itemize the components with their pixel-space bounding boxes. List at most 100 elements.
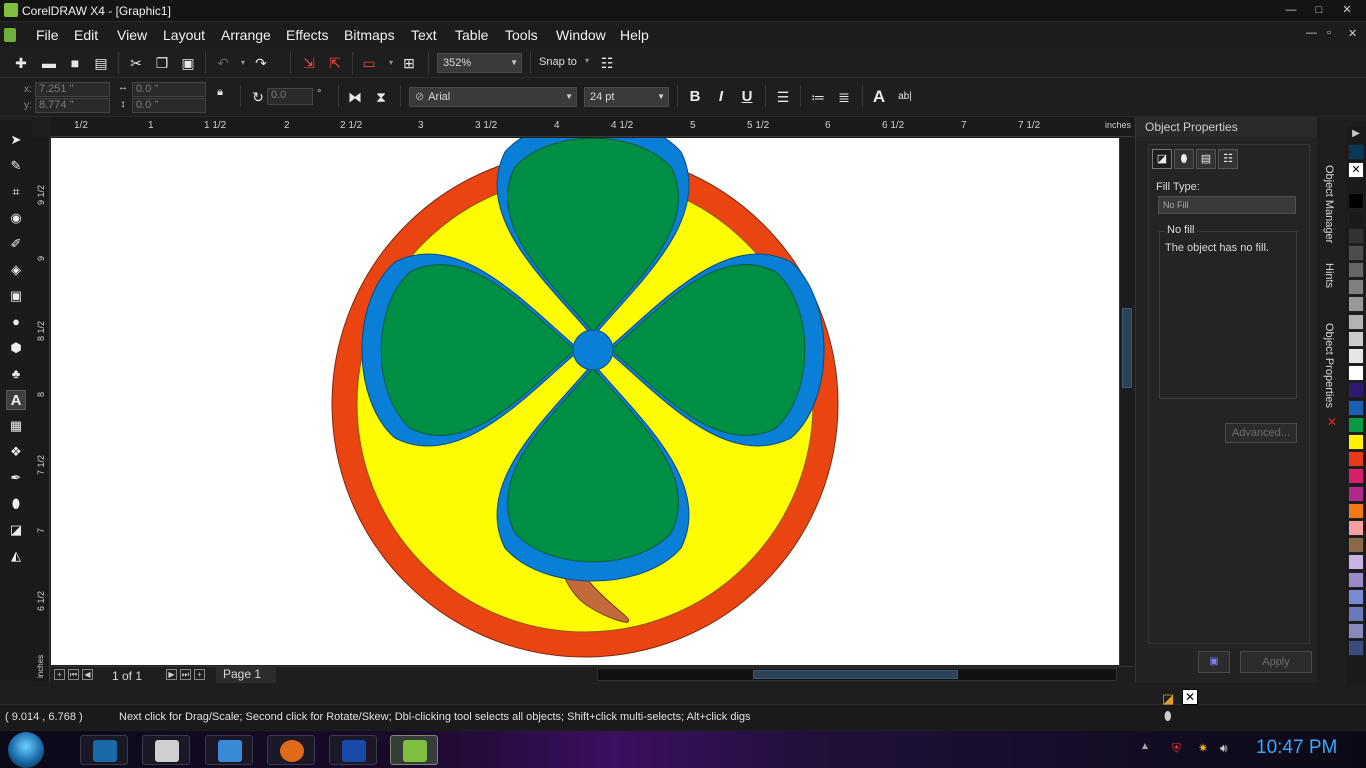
save-icon[interactable]: ■ [66, 54, 84, 72]
palette-swatch[interactable] [1348, 502, 1364, 519]
palette-swatch[interactable] [1348, 468, 1364, 485]
palette-swatch[interactable] [1348, 262, 1364, 278]
menu-help[interactable]: Help [620, 27, 649, 43]
horizontal-scroll-thumb[interactable] [753, 670, 958, 679]
menu-arrange[interactable]: Arrange [221, 27, 271, 43]
launcher-dropdown-icon[interactable]: ▾ [382, 54, 400, 72]
undo-icon[interactable]: ↶ [214, 54, 232, 72]
fill-tab-icon[interactable]: ◪ [1152, 149, 1172, 169]
paste-icon[interactable]: ▣ [179, 54, 197, 72]
italic-button[interactable]: I [712, 88, 730, 106]
coreldraw-app-icon[interactable] [4, 3, 18, 17]
menu-edit[interactable]: Edit [74, 27, 98, 43]
palette-swatch[interactable] [1348, 623, 1364, 640]
polygon-tool-icon[interactable]: ⬢ [6, 338, 26, 358]
snap-dropdown-icon[interactable]: ▾ [585, 56, 589, 65]
no-fill-swatch-icon[interactable]: ✕ [1182, 689, 1198, 705]
menu-effects[interactable]: Effects [286, 27, 329, 43]
crop-tool-icon[interactable]: ⌗ [6, 182, 26, 202]
width-field[interactable]: 0.0 " [132, 82, 206, 97]
network-tray-icon[interactable]: ✷ [1198, 741, 1208, 755]
palette-swatch[interactable] [1348, 485, 1364, 502]
palette-swatch[interactable] [1348, 588, 1364, 605]
options-icon[interactable]: ☷ [598, 54, 616, 72]
lock-settings-button[interactable]: ▣ [1198, 651, 1230, 673]
last-page-icon[interactable]: ⏭ [180, 669, 191, 680]
palette-swatch[interactable] [1348, 606, 1364, 622]
palette-swatch[interactable] [1348, 193, 1364, 210]
palette-swatch[interactable] [1348, 451, 1364, 468]
height-field[interactable]: 0.0 " [132, 98, 206, 113]
menu-bitmaps[interactable]: Bitmaps [344, 27, 395, 43]
print-icon[interactable]: ▤ [92, 54, 110, 72]
next-page-icon[interactable]: ▶ [166, 669, 177, 680]
undo-dropdown-icon[interactable]: ▾ [234, 54, 252, 72]
taskbar-firefox-button[interactable] [267, 735, 315, 765]
taskbar-alienware-button[interactable] [80, 735, 128, 765]
palette-scroll-icon[interactable]: ▶ [1348, 128, 1364, 144]
palette-swatch[interactable] [1348, 330, 1364, 347]
freehand-tool-icon[interactable]: ✐ [6, 234, 26, 254]
menu-file[interactable]: File [36, 27, 59, 43]
palette-swatch[interactable] [1348, 348, 1364, 364]
smart-fill-tool-icon[interactable]: ◈ [6, 260, 26, 280]
pick-tool-icon[interactable]: ➤ [6, 130, 26, 150]
security-tray-icon[interactable]: ⛨ [1172, 741, 1181, 756]
advanced-button[interactable]: Advanced... [1225, 423, 1297, 443]
table-tool-icon[interactable]: ▦ [6, 416, 26, 436]
palette-swatch[interactable] [1348, 244, 1364, 261]
taskbar-media-button[interactable] [142, 735, 190, 765]
text-tool-icon[interactable]: A [6, 390, 26, 410]
start-button[interactable] [8, 732, 44, 768]
maximize-button[interactable]: □ [1308, 1, 1330, 19]
general-tab-icon[interactable]: ▤ [1196, 149, 1216, 169]
page-tab[interactable]: Page 1 [216, 667, 276, 683]
document-icon[interactable] [4, 28, 16, 42]
y-position-field[interactable]: 8.774 " [35, 98, 110, 113]
palette-swatch[interactable] [1348, 365, 1364, 382]
mirror-vertical-icon[interactable]: ⧗ [372, 88, 390, 106]
palette-swatch[interactable] [1348, 296, 1364, 313]
menu-view[interactable]: View [117, 27, 147, 43]
first-page-icon[interactable]: ⏮ [68, 669, 79, 680]
apply-button[interactable]: Apply [1240, 651, 1312, 673]
palette-swatch[interactable] [1348, 399, 1364, 416]
fill-tool-icon[interactable]: ◪ [6, 520, 26, 540]
taskbar-word-button[interactable] [329, 735, 377, 765]
edit-text-button[interactable]: ab| [894, 88, 916, 106]
taskbar-coreldraw-button[interactable] [390, 735, 438, 765]
palette-swatch[interactable] [1348, 227, 1364, 244]
doc-close-button[interactable]: ✕ [1348, 27, 1357, 40]
palette-swatch[interactable] [1348, 382, 1364, 399]
rotation-angle-field[interactable]: 0.0 [267, 88, 313, 105]
zoom-tool-icon[interactable]: ◉ [6, 208, 26, 228]
add-page-before-icon[interactable]: + [54, 669, 65, 680]
cut-icon[interactable]: ✂ [127, 54, 145, 72]
open-icon[interactable]: ▬ [40, 54, 58, 72]
menu-table[interactable]: Table [455, 27, 488, 43]
import-icon[interactable]: ⇲ [300, 54, 318, 72]
minimize-button[interactable]: — [1280, 1, 1302, 19]
tab-object-manager[interactable]: Object Manager [1323, 165, 1335, 243]
doc-minimize-button[interactable]: — [1306, 27, 1317, 39]
vertical-scroll-thumb[interactable] [1122, 308, 1132, 388]
outline-tab-icon[interactable]: ⬮ [1174, 149, 1194, 169]
previous-page-icon[interactable]: ◀ [82, 669, 93, 680]
summary-tab-icon[interactable]: ☷ [1218, 149, 1238, 169]
palette-swatch[interactable] [1348, 537, 1364, 554]
welcome-screen-icon[interactable]: ⊞ [400, 54, 418, 72]
tab-object-properties[interactable]: Object Properties [1323, 323, 1335, 408]
palette-swatch[interactable] [1348, 520, 1364, 536]
palette-swatch[interactable] [1348, 313, 1364, 330]
outline-indicator-icon[interactable]: ⬮ [1164, 709, 1172, 724]
close-button[interactable]: ✕ [1336, 1, 1358, 19]
redo-icon[interactable]: ↷ [252, 54, 270, 72]
add-page-after-icon[interactable]: + [194, 669, 205, 680]
drop-cap-icon[interactable]: ≣ [835, 88, 853, 106]
close-docker-icon[interactable]: ✕ [1327, 415, 1337, 429]
palette-swatch[interactable] [1348, 571, 1364, 588]
doc-restore-button[interactable]: ▫ [1327, 27, 1331, 39]
font-size-select[interactable]: 24 pt ▼ [584, 87, 669, 107]
x-position-field[interactable]: 7.251 " [35, 82, 110, 97]
horizontal-scrollbar[interactable] [597, 668, 1117, 681]
